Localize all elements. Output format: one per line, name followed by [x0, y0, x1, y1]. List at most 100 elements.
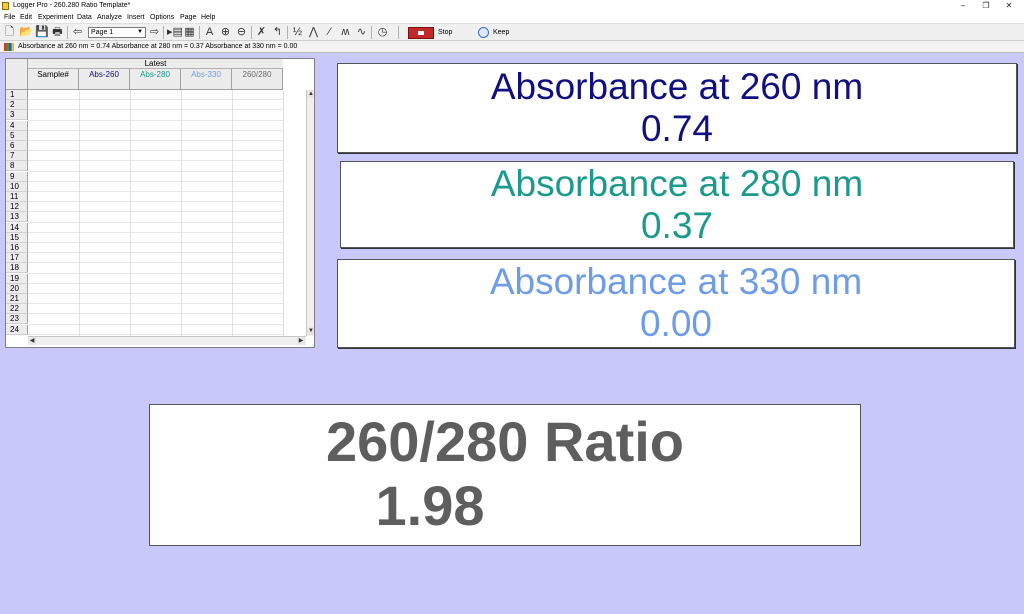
row-number[interactable]: 10	[6, 181, 28, 192]
meter-status-line: Absorbance at 260 nm = 0.74 Absorbance a…	[0, 41, 1024, 53]
scroll-left-arrow-icon[interactable]: ◀	[28, 337, 36, 345]
row-gridline	[28, 211, 283, 213]
row-number[interactable]: 3	[6, 110, 28, 121]
row-number[interactable]: 7	[6, 151, 28, 162]
toolbar-separator	[398, 26, 399, 39]
column-header-ratio[interactable]: 260/280	[232, 69, 283, 90]
row-number[interactable]: 15	[6, 232, 28, 243]
data-table[interactable]: Latest Sample# Abs-260 Abs-280 Abs-330 2…	[5, 58, 315, 348]
keep-label[interactable]: Keep	[493, 27, 509, 39]
menu-help[interactable]: Help	[201, 12, 215, 23]
zoom-in-icon[interactable]: ⊕	[219, 26, 232, 39]
row-gridline	[28, 282, 283, 284]
column-header-abs-280[interactable]: Abs-280	[130, 69, 181, 90]
meter-abs-330[interactable]: Absorbance at 330 nm 0.00	[337, 259, 1015, 348]
row-number[interactable]: 24	[6, 324, 28, 335]
zoom-out-icon[interactable]: ⊖	[235, 26, 248, 39]
save-icon[interactable]: 💾	[35, 26, 49, 39]
restore-button[interactable]: ❐	[975, 0, 997, 12]
data-browser-icon[interactable]: ▸▤	[167, 26, 183, 39]
curve-fit-icon[interactable]: ʍ	[339, 26, 352, 39]
meter-abs-260-value: 0.74	[640, 108, 713, 149]
new-file-icon[interactable]: 🗋	[3, 26, 16, 39]
vertical-scrollbar[interactable]: ▲ ▼	[306, 90, 314, 336]
meter-icon[interactable]	[4, 43, 14, 51]
autoscale-icon[interactable]: A	[203, 26, 216, 39]
title-bar: Logger Pro - 260.280 Ratio Template* – ❐…	[0, 0, 1024, 12]
row-number[interactable]: 11	[6, 192, 28, 202]
table-corner	[6, 59, 28, 90]
column-gridline	[181, 90, 182, 336]
ratio-display[interactable]: 260/280 Ratio 1.98	[149, 404, 861, 546]
minimize-button[interactable]: –	[952, 0, 974, 12]
close-button[interactable]: ✕	[998, 0, 1020, 12]
scroll-down-arrow-icon[interactable]: ▼	[307, 327, 314, 335]
row-number[interactable]: 22	[6, 304, 28, 315]
stop-button[interactable]	[408, 27, 434, 39]
menu-analyze[interactable]: Analyze	[97, 12, 122, 23]
row-number[interactable]: 9	[6, 171, 28, 182]
menu-page[interactable]: Page	[180, 12, 196, 23]
horizontal-scrollbar[interactable]: ◀ ▶	[28, 336, 306, 345]
menu-data[interactable]: Data	[77, 12, 92, 23]
meter-abs-280[interactable]: Absorbance at 280 nm 0.37	[340, 161, 1014, 248]
row-number[interactable]: 8	[6, 161, 28, 172]
next-page-icon[interactable]: ⇨	[148, 26, 161, 39]
toolbar-separator	[163, 26, 164, 39]
column-header-abs-260[interactable]: Abs-260	[79, 69, 130, 90]
row-number[interactable]: 23	[6, 314, 28, 325]
row-gridline	[28, 303, 283, 305]
previous-page-icon[interactable]: ⇦	[71, 26, 84, 39]
menu-experiment[interactable]: Experiment	[38, 12, 73, 23]
row-number[interactable]: 4	[6, 120, 28, 131]
menu-insert[interactable]: Insert	[127, 12, 145, 23]
page-select[interactable]: Page 1 ▼	[88, 27, 146, 38]
open-folder-icon[interactable]: 📂	[19, 26, 33, 39]
print-icon[interactable]: 🖶	[51, 26, 64, 39]
statistics-icon[interactable]: ⋀	[307, 26, 320, 39]
row-number[interactable]: 6	[6, 141, 28, 151]
row-number[interactable]: 21	[6, 294, 28, 304]
examine-icon[interactable]: ✗	[255, 26, 268, 39]
menu-options[interactable]: Options	[150, 12, 174, 23]
row-gridline	[28, 313, 283, 315]
toolbar-separator	[287, 26, 288, 39]
row-number[interactable]: 12	[6, 202, 28, 213]
keep-icon[interactable]	[478, 27, 489, 38]
row-number[interactable]: 20	[6, 283, 28, 294]
column-header-sample[interactable]: Sample#	[28, 69, 79, 90]
linear-fit-icon[interactable]: ∕	[323, 26, 336, 39]
row-number[interactable]: 14	[6, 222, 28, 233]
tangent-icon[interactable]: ↰	[271, 26, 284, 39]
toolbar-separator	[199, 26, 200, 39]
table-icon[interactable]: ▦	[183, 26, 196, 39]
row-number[interactable]: 13	[6, 212, 28, 223]
row-gridline	[28, 170, 283, 172]
table-group-header: Latest	[28, 59, 283, 69]
row-number[interactable]: 5	[6, 130, 28, 141]
menu-file[interactable]: File	[4, 12, 15, 23]
meter-abs-330-value: 0.00	[639, 303, 712, 344]
clock-icon[interactable]: ◷	[376, 26, 389, 39]
column-gridline	[79, 90, 80, 336]
row-number[interactable]: 19	[6, 273, 28, 284]
row-number[interactable]: 17	[6, 253, 28, 264]
scroll-up-arrow-icon[interactable]: ▲	[307, 90, 314, 98]
stop-label[interactable]: Stop	[438, 27, 452, 39]
row-number[interactable]: 18	[6, 263, 28, 274]
column-header-abs-330[interactable]: Abs-330	[181, 69, 232, 90]
menu-edit[interactable]: Edit	[20, 12, 32, 23]
scroll-right-arrow-icon[interactable]: ▶	[297, 337, 305, 345]
row-gridline	[28, 252, 283, 254]
row-number[interactable]: 16	[6, 243, 28, 253]
row-number[interactable]: 1	[6, 90, 28, 100]
integral-icon[interactable]: ½	[291, 26, 304, 39]
meter-abs-260[interactable]: Absorbance at 260 nm 0.74	[337, 63, 1017, 153]
row-number[interactable]: 2	[6, 100, 28, 111]
row-gridline	[28, 99, 283, 101]
toolbar-separator	[371, 26, 372, 39]
toolbar: 🗋 📂 💾 🖶 ⇦ Page 1 ▼ ⇨ ▸▤ ▦ A ⊕ ⊖ ✗ ↰ ½ ⋀ …	[0, 23, 1024, 41]
row-gridline	[28, 242, 283, 243]
model-icon[interactable]: ∿	[355, 26, 368, 39]
meter-abs-280-value: 0.37	[640, 205, 713, 246]
